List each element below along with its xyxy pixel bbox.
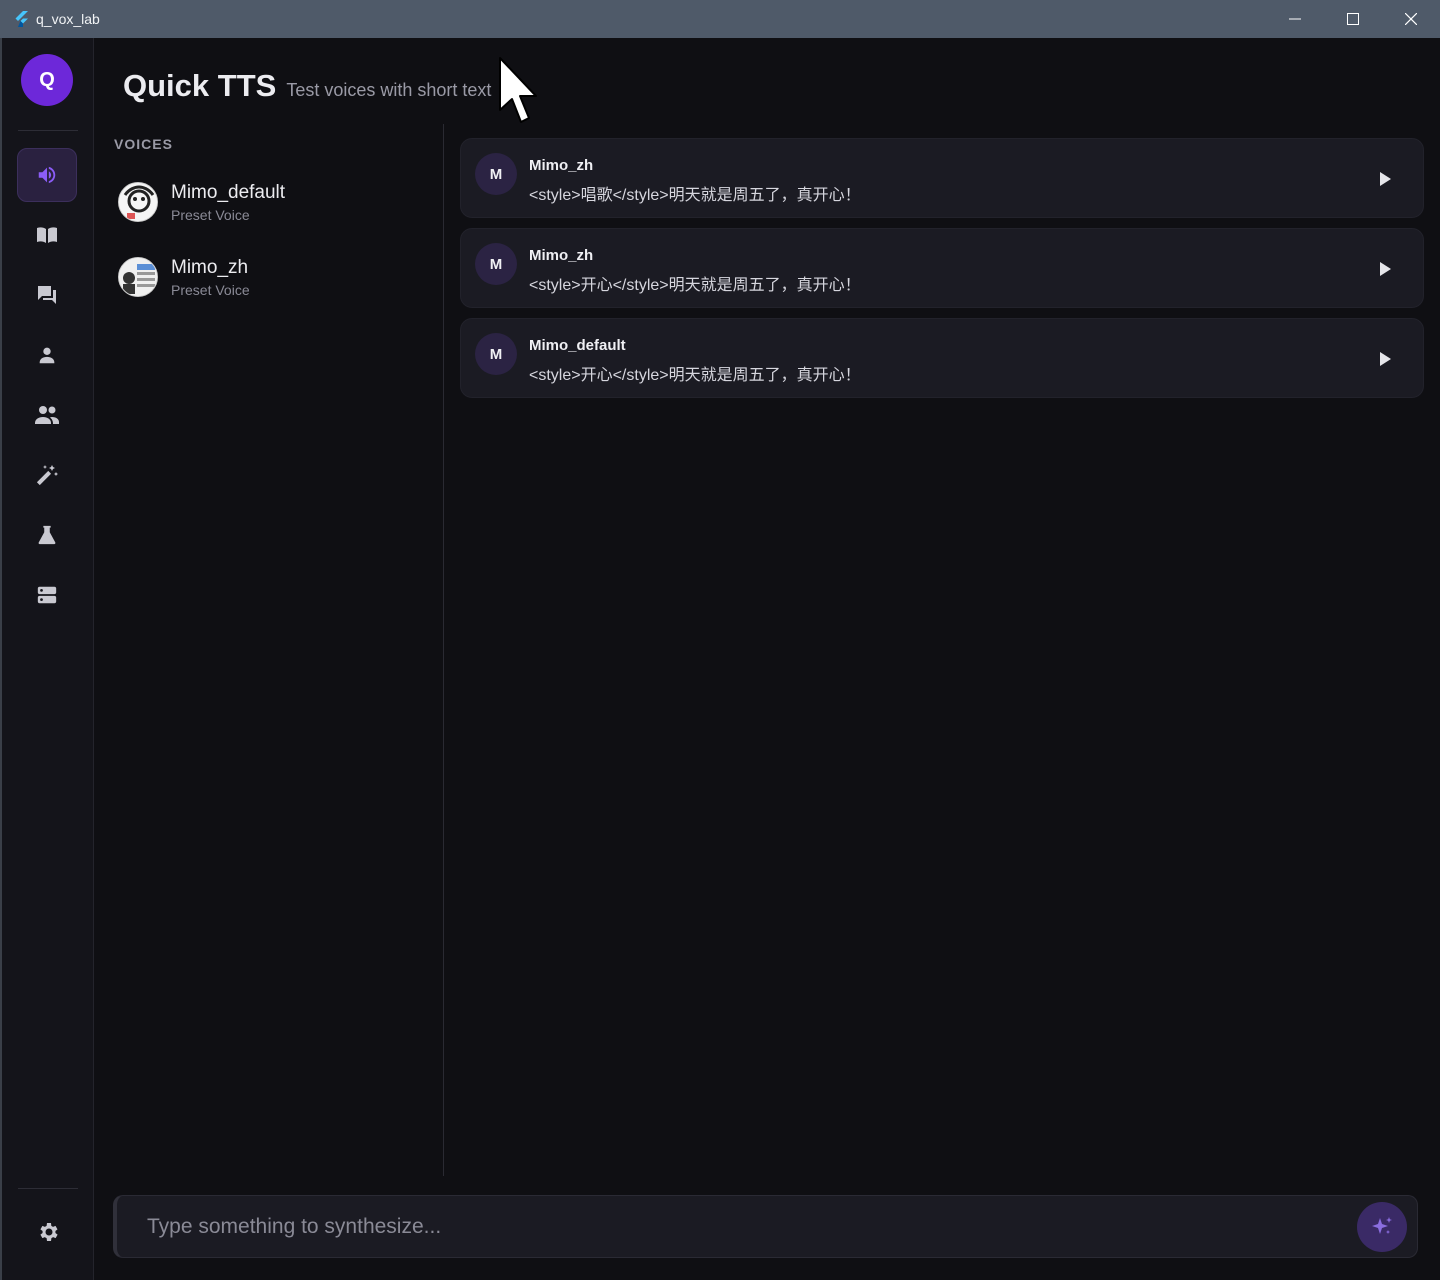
synthesize-input[interactable] bbox=[145, 1196, 1325, 1257]
page-subtitle: Test voices with short text bbox=[286, 80, 492, 100]
nav-chat[interactable] bbox=[17, 268, 77, 322]
voice-initial-avatar: M bbox=[475, 333, 517, 375]
maximize-button[interactable] bbox=[1324, 0, 1382, 38]
voice-avatar bbox=[118, 182, 158, 222]
voice-initial-avatar: M bbox=[475, 243, 517, 285]
voices-panel: VOICES Mimo_default Preset Voice Mimo_zh… bbox=[94, 124, 444, 1176]
history-voice-name: Mimo_default bbox=[529, 337, 626, 354]
close-icon bbox=[1405, 13, 1417, 25]
history-text: <style>开心</style>明天就是周五了，真开心！ bbox=[529, 277, 861, 294]
nav-storage[interactable] bbox=[17, 568, 77, 622]
history-item[interactable]: M Mimo_zh <style>唱歌</style>明天就是周五了，真开心！ bbox=[460, 138, 1424, 218]
nav-person[interactable] bbox=[17, 328, 77, 382]
settings-button[interactable] bbox=[32, 1216, 64, 1248]
nav-library[interactable] bbox=[17, 208, 77, 262]
chat-icon bbox=[38, 286, 56, 304]
flask-icon bbox=[38, 525, 56, 545]
tts-history-list: M Mimo_zh <style>唱歌</style>明天就是周五了，真开心！ … bbox=[460, 138, 1424, 408]
nav-voice-design[interactable] bbox=[17, 448, 77, 502]
play-button[interactable] bbox=[1375, 349, 1395, 369]
voice-type: Preset Voice bbox=[171, 281, 250, 298]
person-icon bbox=[39, 347, 55, 364]
history-item[interactable]: M Mimo_zh <style>开心</style>明天就是周五了，真开心！ bbox=[460, 228, 1424, 308]
voice-item[interactable]: Mimo_zh Preset Voice bbox=[118, 247, 438, 307]
minimize-button[interactable] bbox=[1266, 0, 1324, 38]
voices-heading: VOICES bbox=[114, 136, 173, 152]
play-icon bbox=[1380, 172, 1391, 186]
page-title: Quick TTS bbox=[123, 68, 277, 103]
play-icon bbox=[1380, 262, 1391, 276]
nav-lab[interactable] bbox=[17, 508, 77, 562]
play-button[interactable] bbox=[1375, 169, 1395, 189]
magic-wand-icon bbox=[36, 465, 58, 486]
voice-type: Preset Voice bbox=[171, 206, 250, 223]
people-icon bbox=[35, 406, 59, 424]
book-icon bbox=[37, 227, 57, 243]
rail-divider bbox=[18, 1188, 78, 1189]
close-button[interactable] bbox=[1382, 0, 1440, 38]
history-text: <style>开心</style>明天就是周五了，真开心！ bbox=[529, 367, 861, 384]
voice-name: Mimo_zh bbox=[171, 256, 249, 278]
sparkle-icon bbox=[1372, 1217, 1392, 1234]
history-voice-name: Mimo_zh bbox=[529, 157, 594, 174]
gear-icon bbox=[40, 1223, 58, 1241]
mouse-cursor-icon bbox=[498, 56, 542, 133]
server-icon bbox=[37, 586, 57, 604]
flutter-icon bbox=[14, 11, 30, 27]
minimize-icon bbox=[1289, 18, 1301, 20]
page-header: Quick TTS Test voices with short text bbox=[123, 68, 491, 104]
voice-avatar bbox=[118, 257, 158, 297]
app-logo[interactable]: Q bbox=[21, 54, 73, 106]
history-item[interactable]: M Mimo_default <style>开心</style>明天就是周五了，… bbox=[460, 318, 1424, 398]
nav-people[interactable] bbox=[17, 388, 77, 442]
title-bar: q_vox_lab bbox=[0, 0, 1440, 38]
play-icon bbox=[1380, 352, 1391, 366]
synthesize-button[interactable] bbox=[1357, 1202, 1407, 1252]
nav-rail: Q bbox=[0, 38, 94, 1280]
play-button[interactable] bbox=[1375, 259, 1395, 279]
history-text: <style>唱歌</style>明天就是周五了，真开心！ bbox=[529, 187, 861, 204]
rail-divider bbox=[18, 130, 78, 131]
voice-name: Mimo_default bbox=[171, 181, 286, 203]
voice-initial-avatar: M bbox=[475, 153, 517, 195]
speaker-icon bbox=[38, 166, 56, 184]
history-voice-name: Mimo_zh bbox=[529, 247, 594, 264]
nav-quick-tts[interactable] bbox=[17, 148, 77, 202]
synthesize-input-bar bbox=[113, 1195, 1418, 1258]
window-title: q_vox_lab bbox=[36, 11, 100, 27]
maximize-icon bbox=[1347, 13, 1359, 25]
voice-item[interactable]: Mimo_default Preset Voice bbox=[118, 172, 438, 232]
